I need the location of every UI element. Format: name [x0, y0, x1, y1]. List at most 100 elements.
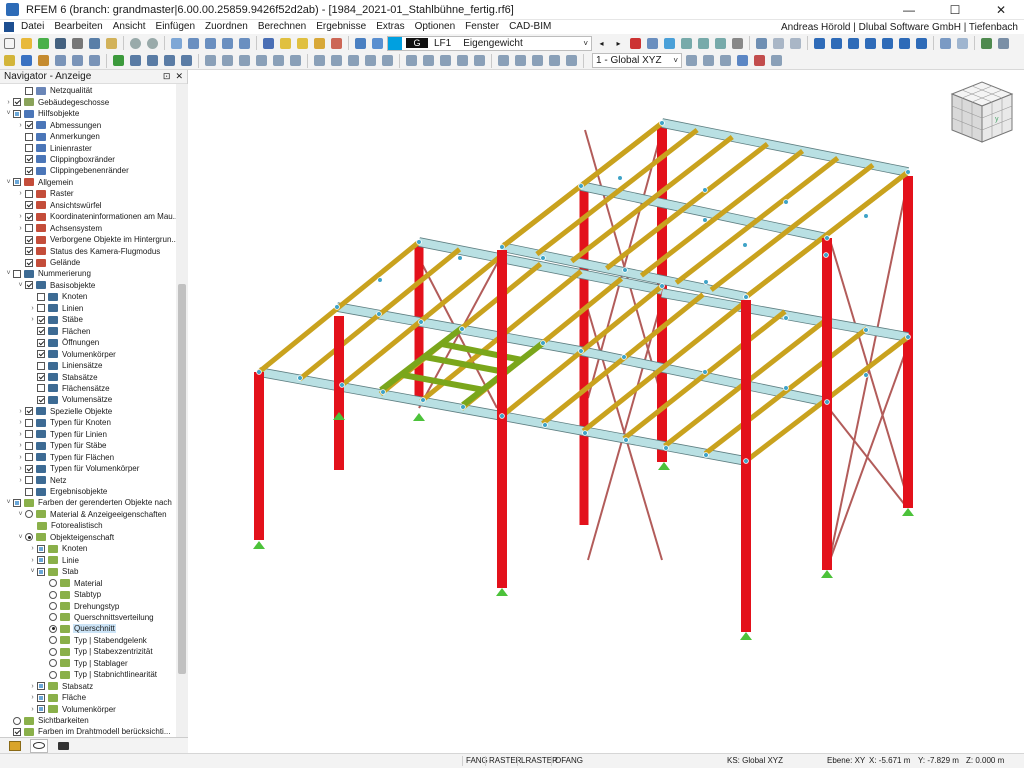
section-icon[interactable]	[329, 36, 344, 51]
nav-item-material-anzeigeeigenschaften[interactable]: ˅ Material & Anzeigeeigenschaften	[16, 509, 168, 521]
pin-icon[interactable]: ⊡	[163, 71, 171, 82]
legend-icon[interactable]	[730, 36, 745, 51]
chevron-right-icon[interactable]: ›	[16, 225, 25, 232]
menu-bearbeiten[interactable]: Bearbeiten	[49, 20, 107, 34]
nav-item-ergebnisobjekte[interactable]: Ergebnisobjekte	[16, 486, 108, 498]
nav-item-typ-stabendgelenk[interactable]: Typ | Stabendgelenk	[40, 635, 148, 647]
floor-joist[interactable]	[622, 309, 787, 441]
checkbox[interactable]	[37, 544, 45, 553]
mesh-icon[interactable]	[662, 36, 677, 51]
nav-item-volumensätze[interactable]: Volumensätze	[28, 394, 113, 406]
nav-item-gebäudegeschosse[interactable]: › Gebäudegeschosse	[4, 96, 110, 108]
grid-settings-icon[interactable]	[564, 53, 579, 68]
nav-item-anmerkungen[interactable]: Anmerkungen	[16, 131, 101, 143]
nav-item-gelände[interactable]: Gelände	[16, 257, 81, 269]
nav-item-status-des-kamera-flugmodus[interactable]: Status des Kamera-Flugmodus	[16, 245, 161, 257]
node[interactable]	[376, 311, 382, 317]
snap-settings-icon[interactable]	[769, 53, 784, 68]
checkbox[interactable]	[25, 487, 33, 496]
layout-icon[interactable]	[237, 36, 252, 51]
nav-item-liniensätze[interactable]: Liniensätze	[28, 360, 103, 372]
align-icon[interactable]	[380, 53, 395, 68]
checkbox[interactable]	[37, 705, 45, 714]
radio-button[interactable]	[25, 533, 33, 542]
nav-item-linien[interactable]: › Linien	[28, 303, 84, 315]
roof-joist[interactable]	[570, 135, 734, 264]
section-cut-icon[interactable]	[145, 53, 160, 68]
tab-views[interactable]	[54, 739, 72, 753]
menu-berechnen[interactable]: Berechnen	[253, 20, 311, 34]
node[interactable]	[542, 422, 548, 428]
dxf-icon[interactable]	[472, 53, 487, 68]
checkbox[interactable]	[25, 201, 33, 210]
chevron-down-icon[interactable]: ˅	[4, 270, 13, 277]
chevron-right-icon[interactable]: ›	[28, 316, 37, 323]
checkbox[interactable]	[25, 418, 33, 427]
wizard-icon[interactable]	[179, 53, 194, 68]
print-report-icon[interactable]	[87, 36, 102, 51]
chevron-right-icon[interactable]: ›	[16, 408, 25, 415]
checkbox[interactable]	[25, 144, 33, 152]
measure-icon[interactable]	[295, 36, 310, 51]
open-file-icon[interactable]	[19, 36, 34, 51]
node[interactable]	[742, 242, 748, 248]
nav-item-fotorealistisch[interactable]: Fotorealistisch	[28, 520, 104, 532]
node[interactable]	[256, 369, 262, 375]
node[interactable]	[377, 277, 383, 283]
nav-item-clippingebenenränder[interactable]: Clippingebenenränder	[16, 165, 130, 177]
chevron-down-icon[interactable]: ˅	[4, 499, 13, 506]
nav-item-typen-für-stäbe[interactable]: › Typen für Stäbe	[16, 440, 107, 452]
checkbox[interactable]	[25, 212, 33, 221]
checkbox[interactable]	[37, 395, 45, 404]
nav-item-volumenkörper[interactable]: Volumenkörper	[28, 348, 117, 360]
node[interactable]	[540, 255, 546, 261]
navigator-scrollbar[interactable]	[176, 84, 188, 737]
nav-item-typen-für-flächen[interactable]: › Typen für Flächen	[16, 451, 115, 463]
view-cube[interactable]: y	[942, 72, 1022, 152]
undo-icon[interactable]	[128, 36, 143, 51]
checkbox[interactable]	[37, 693, 45, 702]
roof-joist[interactable]	[535, 128, 699, 257]
join-icon[interactable]	[363, 53, 378, 68]
checkbox[interactable]	[25, 476, 33, 485]
grid-icon[interactable]	[455, 53, 470, 68]
redo-icon[interactable]	[145, 36, 160, 51]
checkbox[interactable]	[13, 98, 21, 107]
node[interactable]	[334, 304, 340, 310]
checkbox[interactable]	[13, 178, 21, 187]
snap-grid-icon[interactable]	[735, 53, 750, 68]
view-minus-y-icon[interactable]	[880, 36, 895, 51]
nav-item-basisobjekte[interactable]: ˅ Basisobjekte	[16, 280, 96, 292]
radio-button[interactable]	[49, 647, 57, 656]
save-icon[interactable]	[53, 36, 68, 51]
chevron-right-icon[interactable]: ›	[28, 694, 37, 701]
deform-icon[interactable]	[370, 36, 385, 51]
dimension-icon[interactable]	[261, 36, 276, 51]
load-icon[interactable]	[162, 53, 177, 68]
roof-joist[interactable]	[605, 142, 769, 271]
menu-datei[interactable]: Datei	[16, 20, 49, 34]
grid-display-icon[interactable]	[996, 36, 1011, 51]
nav-item-stabsätze[interactable]: Stabsätze	[28, 371, 99, 383]
node[interactable]	[823, 252, 829, 258]
node[interactable]	[621, 354, 627, 360]
chevron-right-icon[interactable]: ›	[28, 683, 37, 690]
comment-icon[interactable]	[278, 36, 293, 51]
checkbox[interactable]	[25, 430, 33, 439]
checkbox[interactable]	[13, 269, 21, 278]
node[interactable]	[297, 375, 303, 381]
checkbox[interactable]	[25, 86, 33, 95]
checkbox[interactable]	[25, 224, 33, 233]
node[interactable]	[863, 372, 869, 378]
view-y-icon[interactable]	[829, 36, 844, 51]
chevron-right-icon[interactable]: ›	[16, 419, 25, 426]
nav-item-stäbe[interactable]: › Stäbe	[28, 314, 84, 326]
menu-ergebnisse[interactable]: Ergebnisse	[311, 20, 371, 34]
nav-item-querschnitt[interactable]: Querschnitt	[40, 623, 116, 635]
merge-icon[interactable]	[346, 53, 361, 68]
chevron-right-icon[interactable]: ›	[16, 213, 25, 220]
checkbox[interactable]	[37, 327, 45, 336]
support[interactable]	[658, 462, 670, 470]
checkbox[interactable]	[25, 453, 33, 462]
object-snap-icon[interactable]	[752, 53, 767, 68]
